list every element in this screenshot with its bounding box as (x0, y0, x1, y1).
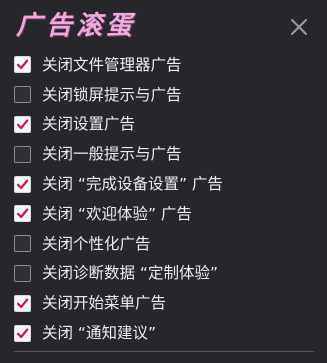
divider (14, 351, 314, 352)
option-label: 关闭锁屏提示与广告 (42, 85, 182, 104)
checkmark-icon (16, 298, 29, 308)
checkmark-icon (16, 328, 29, 338)
option-label: 关闭文件管理器广告 (42, 55, 182, 74)
checkmark-icon (16, 119, 29, 130)
option-checkbox[interactable] (14, 235, 31, 253)
option-item[interactable]: 关闭锁屏提示与广告 (14, 80, 314, 110)
option-label: 关闭设置广告 (42, 115, 136, 134)
option-checkbox[interactable] (14, 294, 31, 312)
option-item[interactable]: 关闭 “完成设备设置” 广告 (14, 169, 314, 199)
checkmark-icon (16, 179, 29, 189)
option-checkbox[interactable] (14, 175, 31, 193)
checkmark-icon (16, 59, 29, 70)
option-checkbox[interactable] (14, 205, 31, 223)
checkmark-icon (16, 208, 29, 219)
option-checkbox[interactable] (14, 115, 31, 133)
ad-blocker-panel: 广告滚蛋 关闭文件管理器广告 关闭锁屏提示与广告 关闭设置广告 关闭一般提示与广… (0, 0, 327, 363)
close-icon (291, 19, 307, 35)
option-item[interactable]: 关闭 “欢迎体验” 广告 (14, 199, 314, 229)
option-label: 关闭开始菜单广告 (42, 294, 167, 313)
option-checkbox[interactable] (14, 56, 31, 74)
option-label: 关闭 “完成设备设置” 广告 (42, 175, 223, 194)
option-label: 关闭诊断数据 “定制体验” (42, 264, 218, 283)
panel-title: 广告滚蛋 (16, 11, 137, 41)
option-checkbox[interactable] (14, 324, 31, 342)
close-button[interactable] (286, 14, 312, 40)
option-label: 关闭 “欢迎体验” 广告 (42, 204, 192, 223)
option-label: 关闭个性化广告 (42, 234, 151, 253)
options-list: 关闭文件管理器广告 关闭锁屏提示与广告 关闭设置广告 关闭一般提示与广告 关闭 … (14, 50, 314, 348)
option-item[interactable]: 关闭设置广告 (14, 110, 314, 140)
option-label: 关闭一般提示与广告 (42, 145, 182, 164)
option-item[interactable]: 关闭个性化广告 (14, 229, 314, 259)
option-item[interactable]: 关闭开始菜单广告 (14, 288, 314, 318)
option-item[interactable]: 关闭一般提示与广告 (14, 139, 314, 169)
option-checkbox[interactable] (14, 264, 31, 282)
option-item[interactable]: 关闭诊断数据 “定制体验” (14, 259, 314, 289)
option-label: 关闭 “通知建议” (42, 324, 156, 343)
option-item[interactable]: 关闭文件管理器广告 (14, 50, 314, 80)
option-item[interactable]: 关闭 “通知建议” (14, 318, 314, 348)
option-checkbox[interactable] (14, 145, 31, 163)
option-checkbox[interactable] (14, 86, 31, 104)
